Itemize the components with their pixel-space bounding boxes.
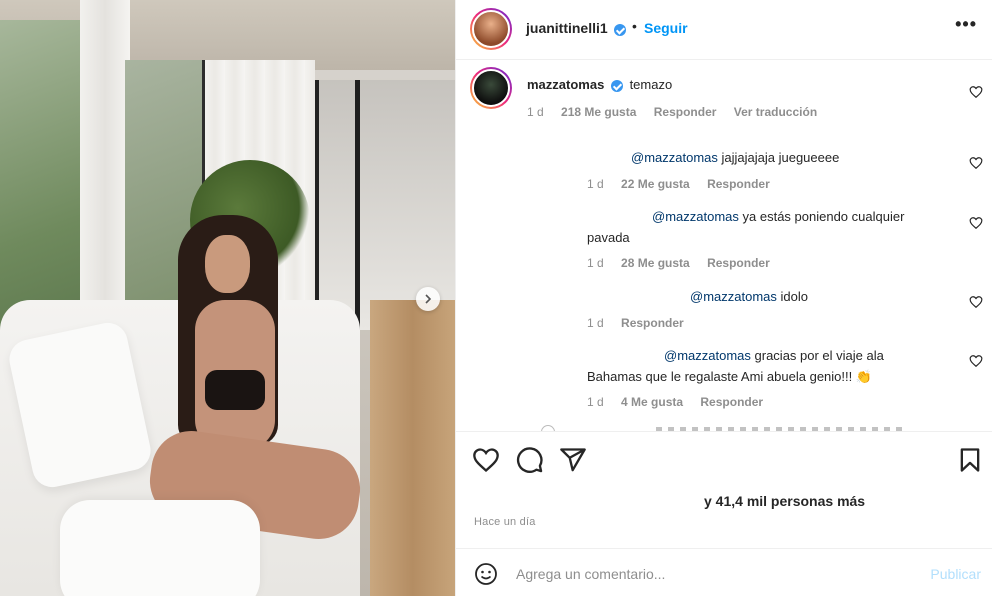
comment-partial-row: [536, 423, 936, 431]
reply-text-continued: Bahamas que le regalaste Ami abuela geni…: [587, 369, 873, 384]
bookmark-icon[interactable]: [956, 446, 984, 474]
comment-username[interactable]: mazzatomas: [527, 77, 604, 92]
reply-time: 1 d: [587, 256, 604, 270]
post-photo[interactable]: [0, 0, 455, 596]
heart-icon[interactable]: [969, 354, 983, 368]
reply-button[interactable]: Responder: [621, 316, 684, 330]
post-sidebar: juanittinelli1 • Seguir ••• mazzatomas t…: [455, 0, 992, 596]
reply-button[interactable]: Responder: [654, 105, 717, 119]
photo-person-face: [205, 235, 250, 293]
reply-time: 1 d: [587, 177, 604, 191]
reply-text: @mazzatomas jajjajajaja jueguееее: [631, 150, 839, 165]
reply-body: jajjajajaja jueguееее: [721, 150, 840, 165]
reply-body: ya estás poniendo cualquier: [742, 209, 905, 224]
reply-body: idolo: [780, 289, 808, 304]
reply-text-continued: pavada: [587, 230, 630, 245]
reply-text: @mazzatomas gracias por el viaje ala: [664, 348, 884, 363]
carousel-next-button[interactable]: [416, 287, 440, 311]
verified-icon: [614, 21, 626, 39]
heart-icon[interactable]: [969, 216, 983, 230]
reply-meta: 1 d 4 Me gusta Responder: [587, 395, 777, 409]
photo-person-top: [205, 370, 265, 410]
reply-mention[interactable]: @mazzatomas: [664, 348, 751, 363]
comment-icon[interactable]: [516, 446, 544, 474]
reply-mention[interactable]: @mazzatomas: [652, 209, 739, 224]
likes-count[interactable]: y 41,4 mil personas más: [704, 493, 865, 509]
verified-icon: [610, 77, 623, 92]
emoji-icon[interactable]: [474, 562, 498, 586]
author-username[interactable]: juanittinelli1: [526, 20, 608, 36]
heart-icon[interactable]: [969, 85, 983, 99]
add-comment-bar: Publicar: [456, 548, 992, 596]
reply-mention[interactable]: @mazzatomas: [690, 289, 777, 304]
translate-button[interactable]: Ver traducción: [734, 105, 817, 119]
heart-icon[interactable]: [969, 295, 983, 309]
photo-table: [370, 300, 455, 596]
reply-likes[interactable]: 4 Me gusta: [621, 395, 683, 409]
more-icon[interactable]: •••: [955, 14, 977, 35]
reply-meta: 1 d Responder: [587, 316, 698, 330]
reply-button[interactable]: Responder: [707, 177, 770, 191]
heart-icon[interactable]: [472, 446, 500, 474]
comment-body: temazo: [629, 77, 673, 92]
action-bar: [456, 431, 992, 491]
follow-button[interactable]: Seguir: [644, 20, 688, 36]
photo-door-frame: [355, 80, 360, 330]
reply-likes[interactable]: 28 Me gusta: [621, 256, 690, 270]
commenter-avatar[interactable]: [470, 67, 512, 109]
comment-text: mazzatomas temazo: [527, 77, 672, 92]
comment-input[interactable]: [516, 561, 906, 587]
reply-body: gracias por el viaje ala: [754, 348, 884, 363]
reply-text: @mazzatomas idolo: [690, 289, 808, 304]
publish-button[interactable]: Publicar: [930, 566, 981, 582]
reply-mention[interactable]: @mazzatomas: [631, 150, 718, 165]
post-header: juanittinelli1 • Seguir •••: [456, 0, 992, 60]
reply-meta: 1 d 22 Me gusta Responder: [587, 177, 784, 191]
reply-text: @mazzatomas ya estás poniendo cualquier: [652, 209, 904, 224]
reply-button[interactable]: Responder: [700, 395, 763, 409]
carousel-next-icon: [425, 294, 432, 304]
comment-time: 1 d: [527, 105, 544, 119]
reply-time: 1 d: [587, 316, 604, 330]
separator-dot: •: [632, 18, 637, 34]
comment-likes[interactable]: 218 Me gusta: [561, 105, 636, 119]
comment-meta: 1 d 218 Me gusta Responder Ver traducció…: [527, 105, 831, 119]
reply-time: 1 d: [587, 395, 604, 409]
reply-meta: 1 d 28 Me gusta Responder: [587, 256, 784, 270]
reply-button[interactable]: Responder: [707, 256, 770, 270]
heart-icon[interactable]: [969, 156, 983, 170]
share-icon[interactable]: [559, 446, 587, 474]
reply-likes[interactable]: 22 Me gusta: [621, 177, 690, 191]
photo-pillow: [60, 500, 260, 596]
post-timestamp: Hace un día: [474, 516, 536, 528]
comments-list[interactable]: mazzatomas temazo 1 d 218 Me gusta Respo…: [456, 61, 992, 431]
author-avatar[interactable]: [470, 8, 512, 50]
